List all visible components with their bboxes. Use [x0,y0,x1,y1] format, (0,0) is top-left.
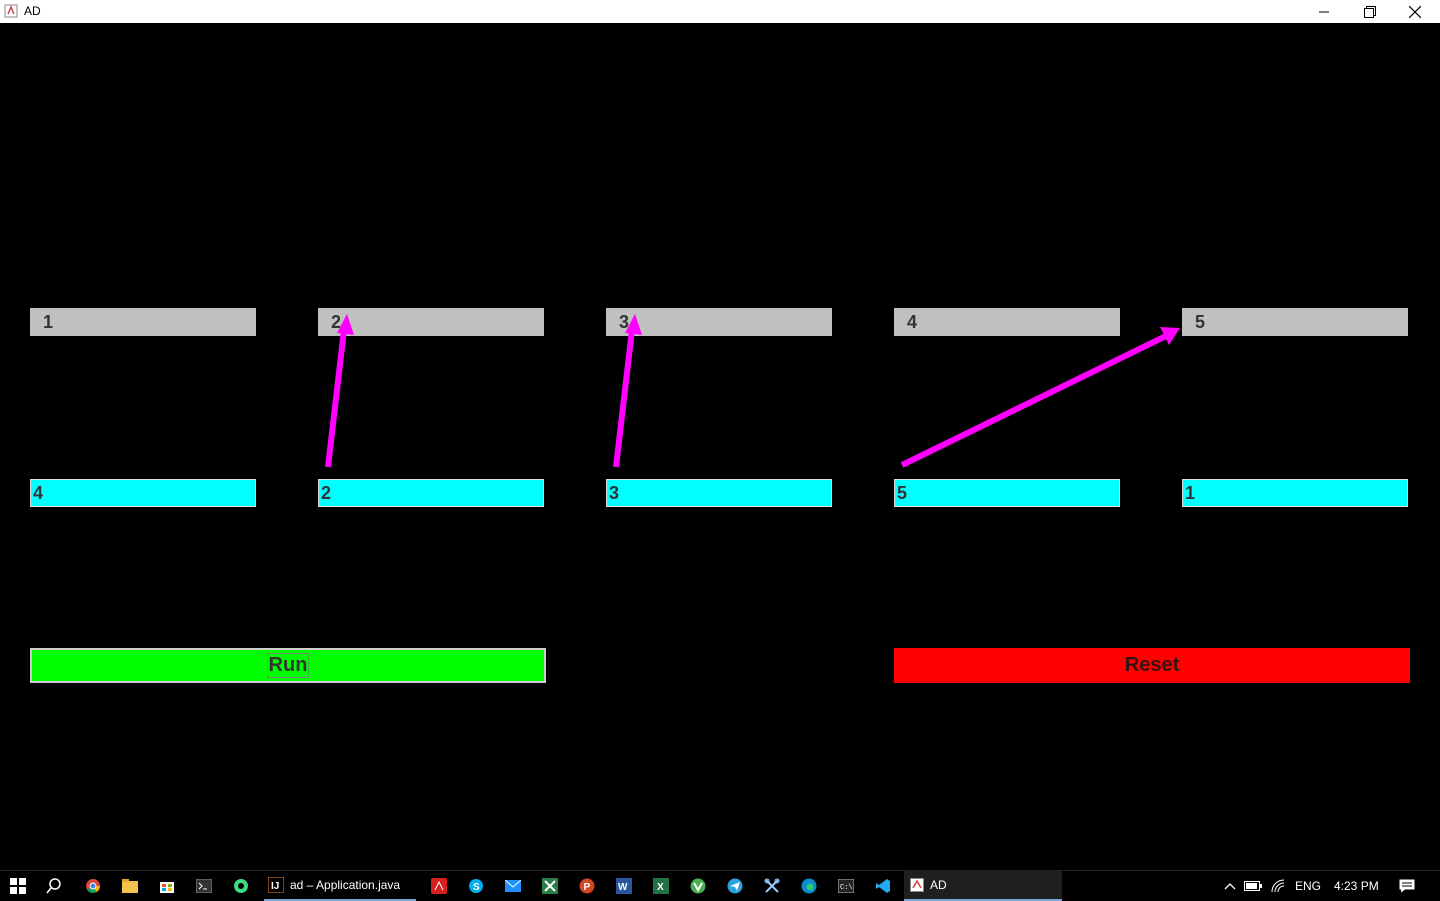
top-box-label: 2 [331,311,342,332]
svg-text:IJ: IJ [271,881,279,892]
powerpoint-icon[interactable]: P [577,876,597,896]
bottom-box-label: 5 [897,482,908,503]
top-box-label: 4 [907,311,918,332]
bottom-box-4: 5 [894,479,1120,507]
svg-text:C:\: C:\ [840,884,853,892]
project-icon[interactable] [540,876,560,896]
bottom-box-label: 4 [33,482,44,503]
run-button-label: Run [266,653,310,678]
telegram-icon[interactable] [725,876,745,896]
reset-button[interactable]: Reset [894,648,1410,683]
acrobat-icon[interactable] [429,876,449,896]
taskbar: IJ ad – Application.java S P W X C:\ AD [0,870,1440,901]
chrome-icon[interactable] [83,876,103,896]
top-box-5: 5 [1182,308,1408,336]
top-box-3: 3 [606,308,832,336]
svg-text:S: S [473,882,480,893]
language-indicator[interactable]: ENG [1295,879,1321,893]
mail-icon[interactable] [503,876,523,896]
intellij-icon: IJ [268,877,284,893]
top-box-4: 4 [894,308,1120,336]
top-box-label: 3 [619,311,630,332]
top-box-label: 5 [1195,311,1206,332]
restore-button[interactable] [1347,0,1393,23]
taskbar-item-intellij[interactable]: IJ ad – Application.java [264,871,416,901]
taskbar-item-label: ad – Application.java [290,878,401,892]
java-app-icon [910,878,924,892]
excel-icon[interactable]: X [651,876,671,896]
top-box-1: 1 [30,308,256,336]
main-canvas [0,23,1440,870]
skype-icon[interactable]: S [466,876,486,896]
svg-text:P: P [584,882,591,893]
wifi-icon[interactable] [1269,876,1289,896]
clock[interactable]: 4:23 PM [1334,879,1379,893]
bottom-box-label: 1 [1185,482,1196,503]
store-icon[interactable] [157,876,177,896]
minimize-button[interactable] [1301,0,1347,23]
snipping-tool-icon[interactable] [762,876,782,896]
svg-text:X: X [657,882,664,893]
edge-icon[interactable] [799,876,819,896]
battery-icon[interactable] [1243,876,1263,896]
window-titlebar: AD [0,0,1440,24]
taskbar-item-label: AD [930,878,947,892]
word-icon[interactable]: W [614,876,634,896]
bottom-box-2: 2 [318,479,544,507]
close-button[interactable] [1392,0,1438,23]
top-box-2: 2 [318,308,544,336]
run-button[interactable]: Run [30,648,546,683]
bottom-box-label: 3 [609,482,620,503]
bottom-box-3: 3 [606,479,832,507]
java-app-icon [4,4,18,18]
vscode-icon[interactable] [873,876,893,896]
window-title: AD [24,4,41,18]
windows-start-icon[interactable] [8,876,28,896]
bottom-box-5: 1 [1182,479,1408,507]
top-box-label: 1 [43,311,54,332]
search-icon[interactable] [44,876,64,896]
bottom-box-1: 4 [30,479,256,507]
taskbar-item-ad[interactable]: AD [904,871,1062,901]
bottom-box-label: 2 [321,482,332,503]
notification-icon[interactable] [1397,876,1417,896]
vpn-icon[interactable] [688,876,708,896]
svg-text:W: W [618,882,628,893]
file-explorer-icon[interactable] [120,876,140,896]
reset-button-label: Reset [1124,654,1180,676]
app-icon-green[interactable] [231,876,251,896]
terminal-icon[interactable] [194,876,214,896]
chevron-up-icon[interactable] [1220,876,1240,896]
command-prompt-icon[interactable]: C:\ [836,876,856,896]
